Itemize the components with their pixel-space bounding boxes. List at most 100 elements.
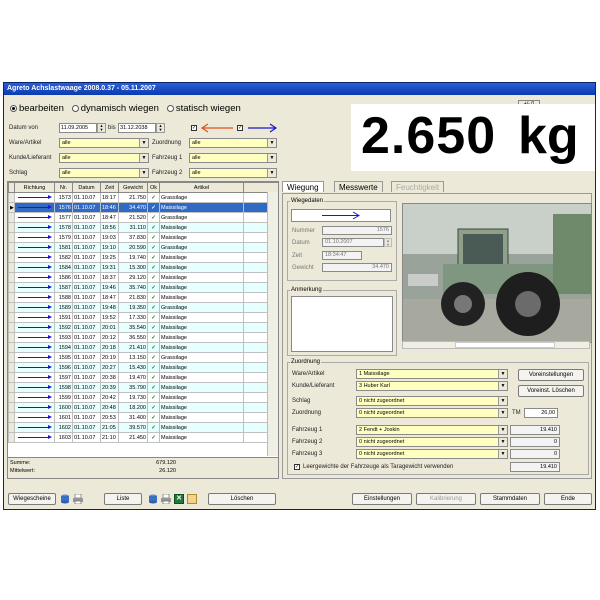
export-icon[interactable] [187, 494, 197, 504]
row-direction-arrow-icon [14, 272, 55, 283]
filter-zuordnung-select[interactable]: alle ▼ [189, 138, 277, 148]
ende-button[interactable]: Ende [544, 493, 592, 505]
filter-fahrzeug1-select[interactable]: alle ▼ [189, 153, 277, 163]
z-zuordnung-select[interactable]: 0 nicht zugeordnet ▼ [356, 408, 508, 418]
table-row[interactable]: 1597 01.10.07 20:38 19.470 ✓ Maissilage [8, 372, 278, 383]
direction-in-checkbox[interactable]: ✓ [191, 125, 197, 131]
z-kunde-select[interactable]: 3 Huber Karl ▼ [356, 381, 508, 391]
photo-scrollbar[interactable] [402, 341, 590, 349]
col-header-nr[interactable]: Nr. [54, 182, 73, 193]
table-row[interactable]: 1599 01.10.07 20:42 19.730 ✓ Maissilage [8, 392, 278, 403]
z-fahrzeug2-select[interactable]: 0 nicht zugeordnet ▼ [356, 437, 508, 447]
mittelwert-value: 26.120 [159, 468, 176, 474]
einstellungen-button[interactable]: Einstellungen [352, 493, 412, 505]
table-row[interactable]: 1601 01.10.07 20:53 31.400 ✓ Maissilage [8, 412, 278, 423]
row-direction-arrow-icon [14, 352, 55, 363]
date-from-spinner[interactable]: ▲ ▼ [97, 123, 106, 133]
leergewicht-checkbox[interactable]: ✓ [294, 464, 300, 470]
col-header-richtung[interactable]: Richtung [14, 182, 55, 193]
row-ok-check-icon: ✓ [147, 402, 160, 413]
database-icon[interactable] [148, 494, 158, 504]
wiegedaten-direction [291, 209, 391, 222]
date-from-input[interactable]: 11.09.2005 [59, 123, 97, 133]
col-header-ok[interactable]: Ok [147, 182, 160, 193]
photo-scroll-thumb[interactable] [455, 342, 555, 348]
mode-radio-bearbeiten[interactable] [10, 105, 17, 112]
printer-icon[interactable] [161, 493, 171, 505]
excel-icon[interactable]: ✕ [174, 494, 184, 504]
liste-button[interactable]: Liste [104, 493, 142, 505]
table-row[interactable]: 1596 01.10.07 20:27 15.430 ✓ Maissilage [8, 362, 278, 373]
table-row[interactable]: 1581 01.10.07 19:10 20.590 ✓ Grassilage [8, 242, 278, 253]
chevron-down-icon: ▼ [267, 154, 276, 162]
loeschen-button[interactable]: Löschen [208, 493, 276, 505]
tab-wiegung[interactable]: Wiegung [282, 181, 324, 192]
table-row[interactable]: 1586 01.10.07 18:37 29.120 ✓ Maissilage [8, 272, 278, 283]
row-zeit: 19:46 [100, 282, 119, 293]
database-icon[interactable] [60, 494, 70, 504]
filter-ware-select[interactable]: alle ▼ [59, 138, 149, 148]
table-row[interactable]: 1591 01.10.07 19:52 17.330 ✓ Maissilage [8, 312, 278, 323]
col-header-gewicht[interactable]: Gewicht [118, 182, 148, 193]
row-ok-check-icon: ✓ [147, 312, 160, 323]
table-row[interactable]: 1600 01.10.07 20:48 18.200 ✓ Maissilage [8, 402, 278, 413]
col-header-artikel[interactable]: Artikel [159, 182, 244, 193]
chevron-down-icon: ▼ [498, 426, 507, 434]
table-row[interactable]: 1578 01.10.07 18:56 31.110 ✓ Maissilage [8, 222, 278, 233]
date-to-spinner[interactable]: ▲ ▼ [156, 123, 165, 133]
tm-input[interactable]: 26,00 [524, 408, 558, 418]
tab-messwerte[interactable]: Messwerte [334, 181, 383, 192]
tab-feuchtigkeit[interactable]: Feuchtigkeit [391, 181, 445, 192]
printer-icon[interactable] [73, 493, 83, 505]
z-fahrzeug3-select[interactable]: 0 nicht zugeordnet ▼ [356, 449, 508, 459]
table-row[interactable]: 1582 01.10.07 19:25 19.740 ✓ Maissilage [8, 252, 278, 263]
table-row[interactable]: 1587 01.10.07 19:46 35.740 ✓ Maissilage [8, 282, 278, 293]
direction-out-checkbox[interactable]: ✓ [237, 125, 243, 131]
table-row[interactable]: 1579 01.10.07 19:03 37.830 ✓ Maissilage [8, 232, 278, 243]
row-ok-check-icon: ✓ [147, 422, 160, 433]
leergewicht-value: 19.410 [510, 462, 560, 472]
z-fahrzeug1-select[interactable]: 2 Fendt + Joskin ▼ [356, 425, 508, 435]
table-row[interactable]: 1602 01.10.07 21:05 39.570 ✓ Maissilage [8, 422, 278, 433]
direction-arrow-icon [16, 205, 53, 210]
mode-radio-dynamisch[interactable] [71, 105, 79, 112]
table-row[interactable]: 1598 01.10.07 20:39 35.790 ✓ Maissilage [8, 382, 278, 393]
table-row[interactable]: 1573 01.10.07 18:17 21.750 ✓ Grassilage [8, 192, 278, 203]
z-kunde-label: Kunde/Lieferant [292, 383, 335, 389]
table-row[interactable]: 1588 01.10.07 18:47 21.830 ✓ Maissilage [8, 292, 278, 303]
anmerkung-textarea[interactable] [291, 296, 393, 352]
mode-radio-statisch[interactable] [166, 105, 174, 112]
table-row[interactable]: ▶ 1576 01.10.07 18:46 34.470 ✓ Maissilage [8, 202, 278, 213]
col-header-zeit[interactable]: Zeit [100, 182, 119, 193]
row-artikel: Maissilage [159, 312, 244, 323]
table-row[interactable]: 1595 01.10.07 20:19 13.150 ✓ Grassilage [8, 352, 278, 363]
table-row[interactable]: 1592 01.10.07 20:01 35.540 ✓ Maissilage [8, 322, 278, 333]
filter-schlag-select[interactable]: alle ▼ [59, 168, 149, 178]
row-ok-check-icon: ✓ [147, 252, 160, 263]
z-schlag-select[interactable]: 0 nicht zugeordnet ▼ [356, 396, 508, 406]
kalibrierung-button[interactable]: Kalibrierung [416, 493, 476, 505]
chevron-down-icon: ▼ [498, 438, 507, 446]
date-to-input[interactable]: 31.12.2038 [118, 123, 156, 133]
voreinstellungen-button[interactable]: Voreinstellungen [518, 369, 584, 381]
col-header-datum[interactable]: Datum [72, 182, 101, 193]
leergewicht-label: Leergewichte der Fahrzeuge als Taragewic… [303, 464, 454, 470]
stammdaten-button[interactable]: Stammdaten [480, 493, 540, 505]
table-row[interactable]: 1603 01.10.07 21:10 21.450 ✓ Maissilage [8, 432, 278, 443]
table-row[interactable]: 1593 01.10.07 20:12 36.550 ✓ Maissilage [8, 332, 278, 343]
filter-fahrzeug2-select[interactable]: alle ▼ [189, 168, 277, 178]
table-row[interactable]: 1577 01.10.07 18:47 21.520 ✓ Grassilage [8, 212, 278, 223]
row-zeit: 18:46 [100, 202, 119, 213]
table-row[interactable]: 1584 01.10.07 19:31 15.300 ✓ Maissilage [8, 262, 278, 273]
row-gewicht: 17.330 [118, 312, 148, 323]
table-scrollbar[interactable] [267, 192, 278, 456]
direction-arrow-icon [16, 335, 53, 340]
table-row[interactable]: 1589 01.10.07 19:48 19.350 ✓ Grassilage [8, 302, 278, 313]
wiegescheine-button[interactable]: Wiegescheine [8, 493, 56, 505]
row-datum: 01.10.07 [72, 372, 101, 383]
direction-arrow-icon [16, 285, 53, 290]
voreinst-loeschen-button[interactable]: Voreinst. Löschen [518, 385, 584, 397]
filter-kunde-select[interactable]: alle ▼ [59, 153, 149, 163]
z-ware-select[interactable]: 1 Maissilage ▼ [356, 369, 508, 379]
table-row[interactable]: 1594 01.10.07 20:18 21.410 ✓ Maissilage [8, 342, 278, 353]
